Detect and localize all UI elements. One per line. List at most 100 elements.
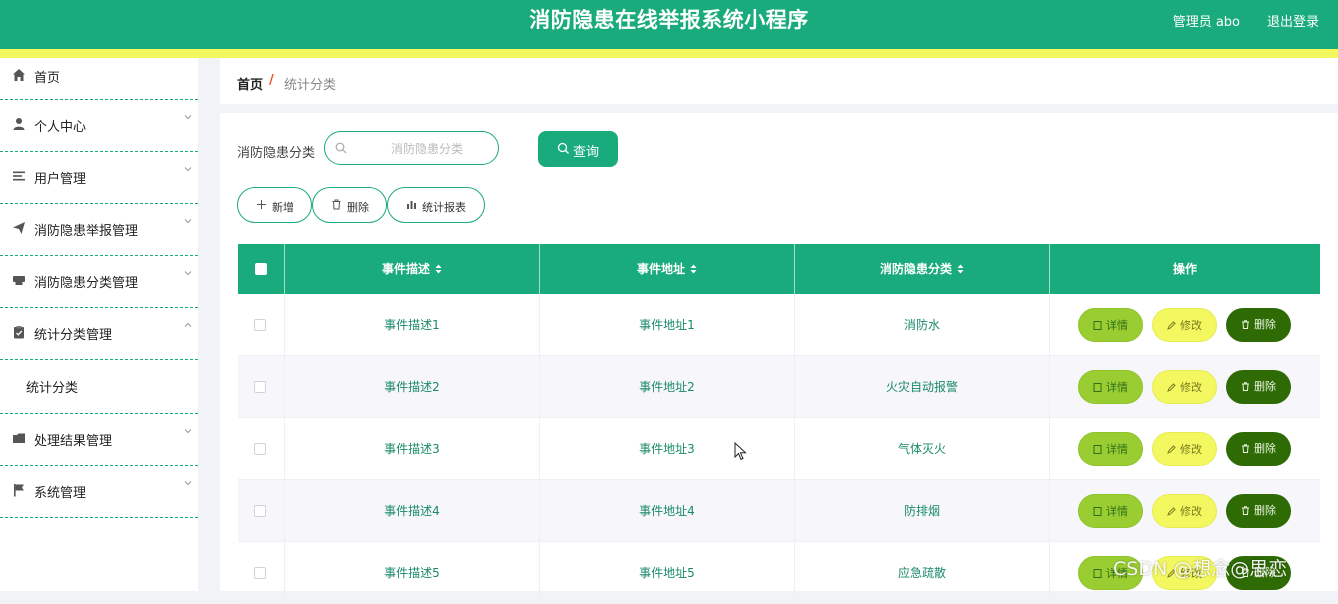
search-label: 消防隐患分类	[237, 146, 316, 161]
sidebar-item-system-management[interactable]: 系统管理	[0, 466, 198, 518]
detail-button[interactable]: 详情	[1078, 494, 1143, 528]
search-field[interactable]	[324, 131, 499, 165]
sidebar: 首页 个人中心 用户管理 消防隐患举报管理 消防隐患分类管理 统计分类管理 统计…	[0, 58, 198, 591]
query-button-label: 查询	[573, 145, 600, 160]
row-checkbox[interactable]	[254, 505, 266, 517]
trash-icon	[1242, 505, 1249, 515]
document-icon	[1093, 382, 1102, 392]
pencil-icon	[1167, 506, 1176, 516]
user-icon	[13, 118, 25, 130]
query-button[interactable]: 查询	[538, 131, 618, 167]
chevron-up-icon	[184, 322, 192, 327]
sidebar-item-personal-center[interactable]: 个人中心	[0, 100, 198, 152]
stat-report-button-label: 统计报表	[422, 201, 466, 214]
row-select-cell	[238, 418, 285, 480]
chevron-down-icon	[184, 481, 192, 486]
sort-icon	[957, 264, 964, 273]
edit-button-label: 修改	[1180, 319, 1202, 332]
cell-category: 消防水	[795, 294, 1050, 356]
cell-actions: 详情 修改 删除	[1050, 418, 1320, 480]
send-icon	[13, 222, 25, 234]
sidebar-item-user-management[interactable]: 用户管理	[0, 152, 198, 204]
folder-icon	[13, 433, 25, 443]
sort-icon	[435, 264, 442, 273]
sidebar-item-home[interactable]: 首页	[0, 58, 198, 100]
cell-actions: 详情 修改 删除	[1050, 356, 1320, 418]
edit-button-label: 修改	[1180, 505, 1202, 518]
delete-button-label: 删除	[1254, 504, 1276, 517]
sidebar-item-hazard-report-management[interactable]: 消防隐患举报管理	[0, 204, 198, 256]
select-all-cell	[238, 244, 285, 294]
edit-button[interactable]: 修改	[1152, 432, 1217, 466]
add-button[interactable]: 新增	[237, 187, 312, 223]
column-header-actions: 操作	[1050, 244, 1320, 294]
table-row: 事件描述1 事件地址1 消防水 详情 修改 删除	[238, 294, 1320, 356]
batch-delete-button[interactable]: 删除	[312, 187, 387, 223]
delete-button[interactable]: 删除	[1226, 308, 1291, 342]
sort-icon	[690, 264, 697, 273]
main-content: 首页 / 统计分类 消防隐患分类 查询 新增 删除 统计报表	[220, 58, 1338, 604]
edit-button-label: 修改	[1180, 381, 1202, 394]
sidebar-subitem-stat-category[interactable]: 统计分类	[0, 360, 198, 414]
detail-button-label: 详情	[1106, 381, 1128, 394]
column-header-label: 事件描述	[381, 262, 430, 276]
printer-icon	[13, 276, 25, 285]
add-button-label: 新增	[272, 201, 294, 214]
sidebar-item-result-management[interactable]: 处理结果管理	[0, 414, 198, 466]
sidebar-subitem-label: 统计分类	[26, 381, 79, 396]
sidebar-item-label: 首页	[34, 71, 61, 86]
watermark: CSDN @想念@思恋	[1113, 558, 1288, 580]
admin-user-label: 管理员 abo	[1172, 15, 1240, 30]
chevron-down-icon	[184, 429, 192, 434]
delete-button-label: 删除	[1254, 442, 1276, 455]
edit-button[interactable]: 修改	[1152, 494, 1217, 528]
home-icon	[13, 69, 25, 81]
row-checkbox[interactable]	[254, 381, 266, 393]
edit-button[interactable]: 修改	[1152, 370, 1217, 404]
cell-category: 防排烟	[795, 480, 1050, 542]
column-header-category[interactable]: 消防隐患分类	[795, 244, 1050, 294]
detail-button[interactable]: 详情	[1078, 308, 1143, 342]
cell-actions: 详情 修改 删除	[1050, 480, 1320, 542]
trash-icon	[1242, 381, 1249, 391]
delete-button[interactable]: 删除	[1226, 432, 1291, 466]
detail-button[interactable]: 详情	[1078, 370, 1143, 404]
batch-delete-button-label: 删除	[347, 201, 369, 214]
breadcrumb-home[interactable]: 首页	[237, 74, 263, 93]
cell-desc: 事件描述3	[285, 418, 540, 480]
row-select-cell	[238, 542, 285, 604]
sidebar-item-hazard-category-management[interactable]: 消防隐患分类管理	[0, 256, 198, 308]
document-icon	[1093, 444, 1102, 454]
row-checkbox[interactable]	[254, 319, 266, 331]
cell-desc: 事件描述5	[285, 542, 540, 604]
table-row: 事件描述3 事件地址3 气体灭火 详情 修改 删除	[238, 418, 1320, 480]
trash-icon	[1242, 443, 1249, 453]
detail-button-label: 详情	[1106, 443, 1128, 456]
row-checkbox[interactable]	[254, 567, 266, 579]
chevron-down-icon	[184, 271, 192, 276]
chevron-down-icon	[184, 167, 192, 172]
logout-link[interactable]: 退出登录	[1267, 11, 1319, 30]
column-header-address[interactable]: 事件地址	[540, 244, 795, 294]
delete-button[interactable]: 删除	[1226, 370, 1291, 404]
delete-button-label: 删除	[1254, 318, 1276, 331]
column-header-desc[interactable]: 事件描述	[285, 244, 540, 294]
delete-button[interactable]: 删除	[1226, 494, 1291, 528]
sidebar-item-label: 处理结果管理	[34, 434, 113, 449]
row-select-cell	[238, 294, 285, 356]
stat-report-button[interactable]: 统计报表	[387, 187, 485, 223]
edit-button[interactable]: 修改	[1152, 308, 1217, 342]
sidebar-item-stat-category-management[interactable]: 统计分类管理	[0, 308, 198, 360]
table-header: 事件描述 事件地址 消防隐患分类 操作	[238, 244, 1320, 294]
flag-icon	[14, 484, 24, 497]
document-icon	[1093, 506, 1102, 516]
select-all-checkbox[interactable]	[255, 263, 267, 275]
search-input[interactable]	[355, 138, 499, 160]
column-header-label: 操作	[1172, 262, 1197, 276]
pencil-icon	[1167, 320, 1176, 330]
row-select-cell	[238, 356, 285, 418]
cell-address: 事件地址2	[540, 356, 795, 418]
detail-button[interactable]: 详情	[1078, 432, 1143, 466]
cell-address: 事件地址1	[540, 294, 795, 356]
row-checkbox[interactable]	[254, 443, 266, 455]
